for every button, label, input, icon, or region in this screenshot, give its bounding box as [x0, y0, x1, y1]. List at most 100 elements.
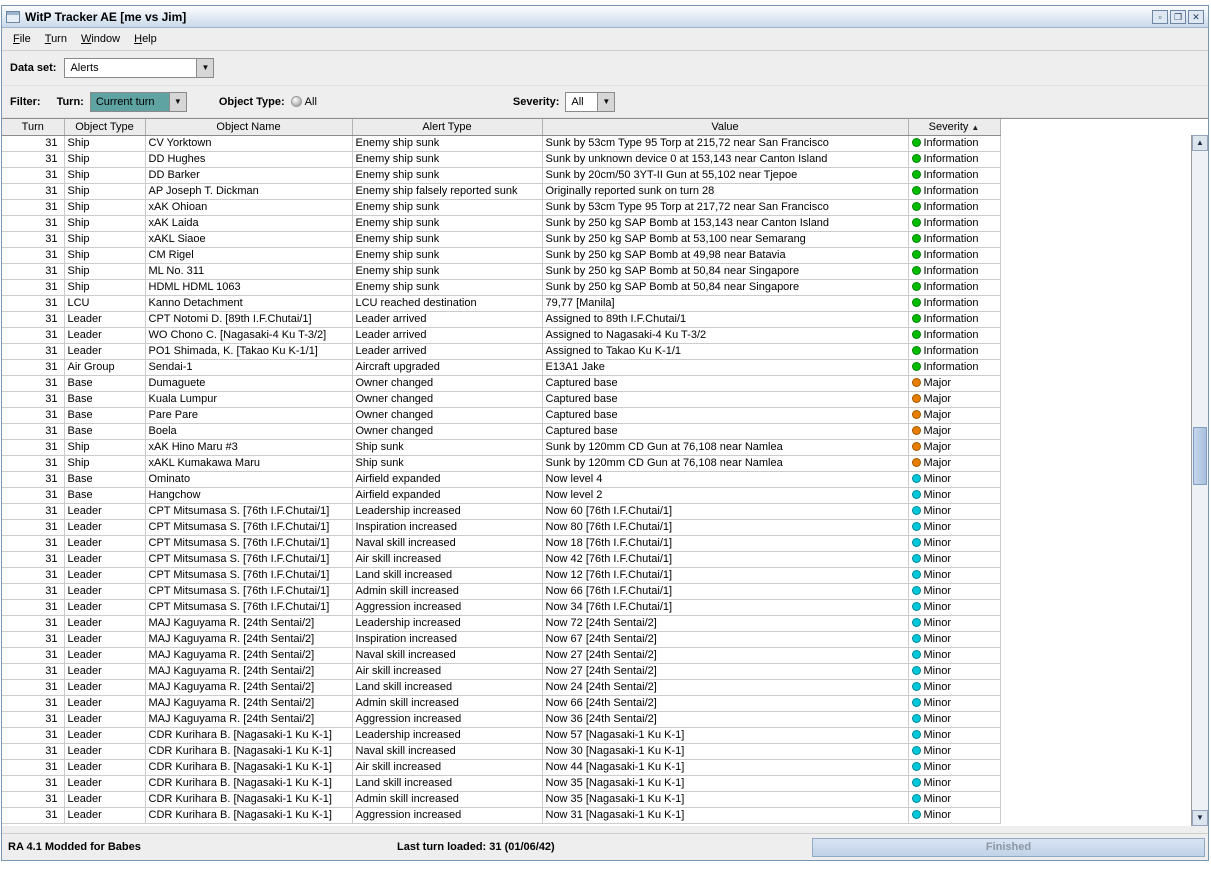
cell-value[interactable]: Sunk by 120mm CD Gun at 76,108 near Naml…: [542, 439, 909, 456]
menu-window[interactable]: Window: [74, 30, 127, 48]
cell-object-type[interactable]: Ship: [64, 167, 146, 184]
cell-turn[interactable]: 31: [2, 135, 65, 152]
table-row[interactable]: 31 Ship xAK Hino Maru #3 Ship sunk Sunk by 1…: [2, 439, 1001, 456]
cell-turn[interactable]: 31: [2, 727, 65, 744]
cell-object-type[interactable]: Ship: [64, 215, 146, 232]
column-header-object-type[interactable]: Object Type: [64, 119, 146, 136]
menu-turn[interactable]: Turn: [38, 30, 74, 48]
cell-severity[interactable]: Minor: [908, 791, 1001, 808]
cell-value[interactable]: Sunk by 53cm Type 95 Torp at 215,72 near…: [542, 135, 909, 152]
cell-alert-type[interactable]: Inspiration increased: [352, 631, 543, 648]
cell-value[interactable]: Now 36 [24th Sentai/2]: [542, 711, 909, 728]
cell-value[interactable]: Captured base: [542, 391, 909, 408]
cell-object-type[interactable]: Leader: [64, 807, 146, 824]
cell-object-name[interactable]: CPT Mitsumasa S. [76th I.F.Chutai/1]: [145, 503, 353, 520]
cell-value[interactable]: Now 72 [24th Sentai/2]: [542, 615, 909, 632]
cell-object-type[interactable]: Leader: [64, 743, 146, 760]
cell-object-type[interactable]: Base: [64, 407, 146, 424]
table-row[interactable]: 31 Leader CDR Kurihara B. [Nagasaki-1 Ku K…: [2, 807, 1001, 824]
cell-object-name[interactable]: xAK Laida: [145, 215, 353, 232]
cell-turn[interactable]: 31: [2, 279, 65, 296]
cell-alert-type[interactable]: Aggression increased: [352, 711, 543, 728]
table-row[interactable]: 31 Ship xAKL Siaoe Enemy ship sunk Sunk by 2…: [2, 231, 1001, 248]
scroll-down-icon[interactable]: ▼: [1192, 810, 1208, 826]
table-row[interactable]: 31 Leader CPT Mitsumasa S. [76th I.F.Chuta…: [2, 519, 1001, 536]
cell-object-type[interactable]: Ship: [64, 151, 146, 168]
cell-severity[interactable]: Major: [908, 391, 1001, 408]
cell-object-type[interactable]: Leader: [64, 567, 146, 584]
cell-alert-type[interactable]: Leader arrived: [352, 311, 543, 328]
cell-object-name[interactable]: Pare Pare: [145, 407, 353, 424]
cell-alert-type[interactable]: Admin skill increased: [352, 791, 543, 808]
cell-object-type[interactable]: Leader: [64, 599, 146, 616]
cell-alert-type[interactable]: Aggression increased: [352, 599, 543, 616]
table-row[interactable]: 31 Leader CDR Kurihara B. [Nagasaki-1 Ku K…: [2, 727, 1001, 744]
cell-alert-type[interactable]: Land skill increased: [352, 775, 543, 792]
table-row[interactable]: 31 LCU Kanno Detachment LCU reached destina…: [2, 295, 1001, 312]
cell-value[interactable]: Now 24 [24th Sentai/2]: [542, 679, 909, 696]
cell-object-type[interactable]: Leader: [64, 503, 146, 520]
vertical-scrollbar[interactable]: ▲ ▼: [1191, 135, 1208, 826]
cell-object-type[interactable]: Ship: [64, 247, 146, 264]
cell-value[interactable]: Now 66 [76th I.F.Chutai/1]: [542, 583, 909, 600]
cell-object-name[interactable]: DD Hughes: [145, 151, 353, 168]
cell-severity[interactable]: Minor: [908, 615, 1001, 632]
cell-alert-type[interactable]: Enemy ship sunk: [352, 135, 543, 152]
cell-object-type[interactable]: Ship: [64, 135, 146, 152]
cell-object-name[interactable]: CDR Kurihara B. [Nagasaki-1 Ku K-1]: [145, 727, 353, 744]
cell-object-type[interactable]: Base: [64, 423, 146, 440]
cell-turn[interactable]: 31: [2, 759, 65, 776]
cell-turn[interactable]: 31: [2, 423, 65, 440]
table-row[interactable]: 31 Ship AP Joseph T. Dickman Enemy ship fal…: [2, 183, 1001, 200]
cell-alert-type[interactable]: LCU reached destination: [352, 295, 543, 312]
cell-object-type[interactable]: Leader: [64, 343, 146, 360]
cell-alert-type[interactable]: Aircraft upgraded: [352, 359, 543, 376]
cell-object-name[interactable]: CDR Kurihara B. [Nagasaki-1 Ku K-1]: [145, 775, 353, 792]
table-row[interactable]: 31 Leader CDR Kurihara B. [Nagasaki-1 Ku K…: [2, 775, 1001, 792]
cell-alert-type[interactable]: Owner changed: [352, 391, 543, 408]
cell-alert-type[interactable]: Air skill increased: [352, 759, 543, 776]
cell-severity[interactable]: Minor: [908, 759, 1001, 776]
cell-object-name[interactable]: xAKL Kumakawa Maru: [145, 455, 353, 472]
cell-value[interactable]: Captured base: [542, 375, 909, 392]
minimize-button[interactable]: ▫: [1152, 9, 1168, 24]
cell-object-name[interactable]: CPT Mitsumasa S. [76th I.F.Chutai/1]: [145, 599, 353, 616]
cell-object-name[interactable]: xAKL Siaoe: [145, 231, 353, 248]
cell-turn[interactable]: 31: [2, 375, 65, 392]
cell-object-name[interactable]: CPT Mitsumasa S. [76th I.F.Chutai/1]: [145, 551, 353, 568]
table-row[interactable]: 31 Ship HDML HDML 1063 Enemy ship sunk Sunk …: [2, 279, 1001, 296]
cell-object-name[interactable]: xAK Hino Maru #3: [145, 439, 353, 456]
cell-object-name[interactable]: Hangchow: [145, 487, 353, 504]
table-row[interactable]: 31 Base Ominato Airfield expanded Now level …: [2, 471, 1001, 488]
cell-value[interactable]: Now 35 [Nagasaki-1 Ku K-1]: [542, 775, 909, 792]
cell-severity[interactable]: Minor: [908, 663, 1001, 680]
cell-alert-type[interactable]: Ship sunk: [352, 439, 543, 456]
cell-object-name[interactable]: Kuala Lumpur: [145, 391, 353, 408]
cell-severity[interactable]: Minor: [908, 551, 1001, 568]
table-row[interactable]: 31 Leader WO Chono C. [Nagasaki-4 Ku T-3/2…: [2, 327, 1001, 344]
cell-value[interactable]: Now 12 [76th I.F.Chutai/1]: [542, 567, 909, 584]
cell-severity[interactable]: Information: [908, 199, 1001, 216]
cell-severity[interactable]: Information: [908, 135, 1001, 152]
cell-object-type[interactable]: Ship: [64, 263, 146, 280]
cell-object-type[interactable]: Leader: [64, 791, 146, 808]
cell-severity[interactable]: Minor: [908, 471, 1001, 488]
cell-turn[interactable]: 31: [2, 231, 65, 248]
table-row[interactable]: 31 Base Dumaguete Owner changed Captured bas…: [2, 375, 1001, 392]
cell-object-name[interactable]: ML No. 311: [145, 263, 353, 280]
cell-object-name[interactable]: xAK Ohioan: [145, 199, 353, 216]
table-row[interactable]: 31 Ship DD Hughes Enemy ship sunk Sunk by un…: [2, 151, 1001, 168]
cell-severity[interactable]: Information: [908, 167, 1001, 184]
cell-object-name[interactable]: CM Rigel: [145, 247, 353, 264]
cell-alert-type[interactable]: Enemy ship sunk: [352, 167, 543, 184]
cell-object-name[interactable]: MAJ Kaguyama R. [24th Sentai/2]: [145, 679, 353, 696]
cell-severity[interactable]: Minor: [908, 743, 1001, 760]
cell-alert-type[interactable]: Enemy ship sunk: [352, 231, 543, 248]
cell-severity[interactable]: Major: [908, 375, 1001, 392]
table-row[interactable]: 31 Leader PO1 Shimada, K. [Takao Ku K-1/1]…: [2, 343, 1001, 360]
column-header-alert-type[interactable]: Alert Type: [352, 119, 543, 136]
cell-object-type[interactable]: Leader: [64, 727, 146, 744]
cell-severity[interactable]: Information: [908, 247, 1001, 264]
scrollbar-thumb[interactable]: [1193, 427, 1207, 485]
cell-object-type[interactable]: Leader: [64, 775, 146, 792]
